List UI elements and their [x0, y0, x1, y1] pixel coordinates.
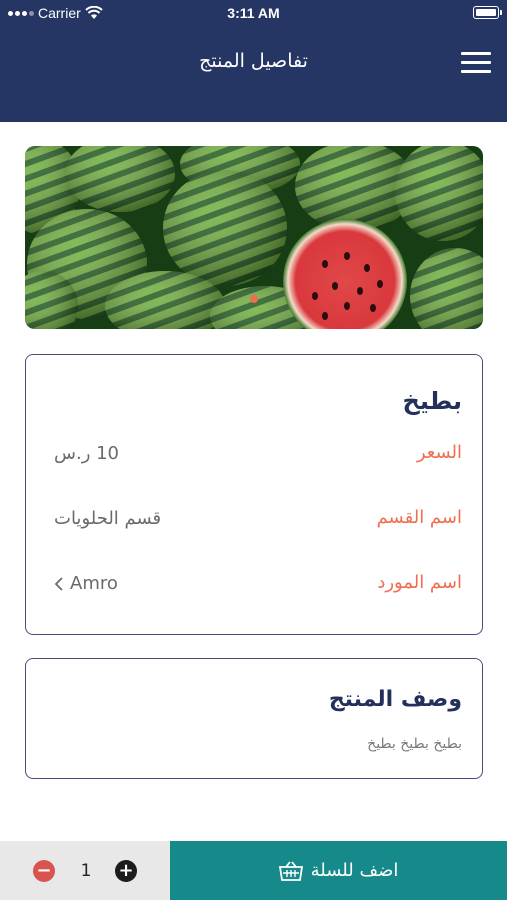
description-text: بطيخ بطيخ بطيخ [367, 736, 462, 752]
chevron-left-icon [54, 576, 63, 591]
category-label: اسم القسم [376, 507, 462, 528]
quantity-stepper: − 1 + [0, 841, 170, 900]
product-image-banner[interactable] [25, 146, 483, 329]
add-to-cart-label: اضف للسلة [310, 860, 399, 881]
slide-indicator-dot[interactable] [250, 295, 258, 303]
quantity-value: 1 [80, 861, 92, 881]
page-title: تفاصيل المنتج [199, 50, 308, 72]
price-label: السعر [416, 442, 462, 463]
minus-circle-icon[interactable]: − [33, 860, 55, 882]
price-value: 10 ر.س [54, 443, 120, 464]
status-time: 3:11 AM [227, 5, 280, 21]
description-card: وصف المنتج بطيخ بطيخ بطيخ [25, 658, 483, 779]
product-name: بطيخ [402, 387, 462, 415]
plus-circle-icon[interactable]: + [115, 860, 137, 882]
watermelons-photo [25, 146, 483, 329]
supplier-value: Amro [70, 573, 118, 594]
hamburger-menu-icon[interactable] [461, 52, 491, 74]
battery-icon [473, 6, 502, 19]
supplier-label: اسم المورد [377, 572, 462, 593]
category-value: قسم الحلويات [54, 508, 162, 529]
product-info-card: بطيخ السعر 10 ر.س اسم القسم قسم الحلويات… [25, 354, 483, 635]
bottom-action-bar: − 1 + اضف للسلة [0, 841, 507, 900]
description-title: وصف المنتج [328, 687, 462, 712]
add-to-cart-button[interactable]: اضف للسلة [170, 841, 507, 900]
status-bar: Carrier 3:11 AM [0, 0, 507, 26]
supplier-link[interactable]: Amro [54, 573, 118, 594]
basket-icon [278, 860, 303, 881]
app-header: Carrier 3:11 AM تفاصيل المنتج [0, 0, 507, 122]
